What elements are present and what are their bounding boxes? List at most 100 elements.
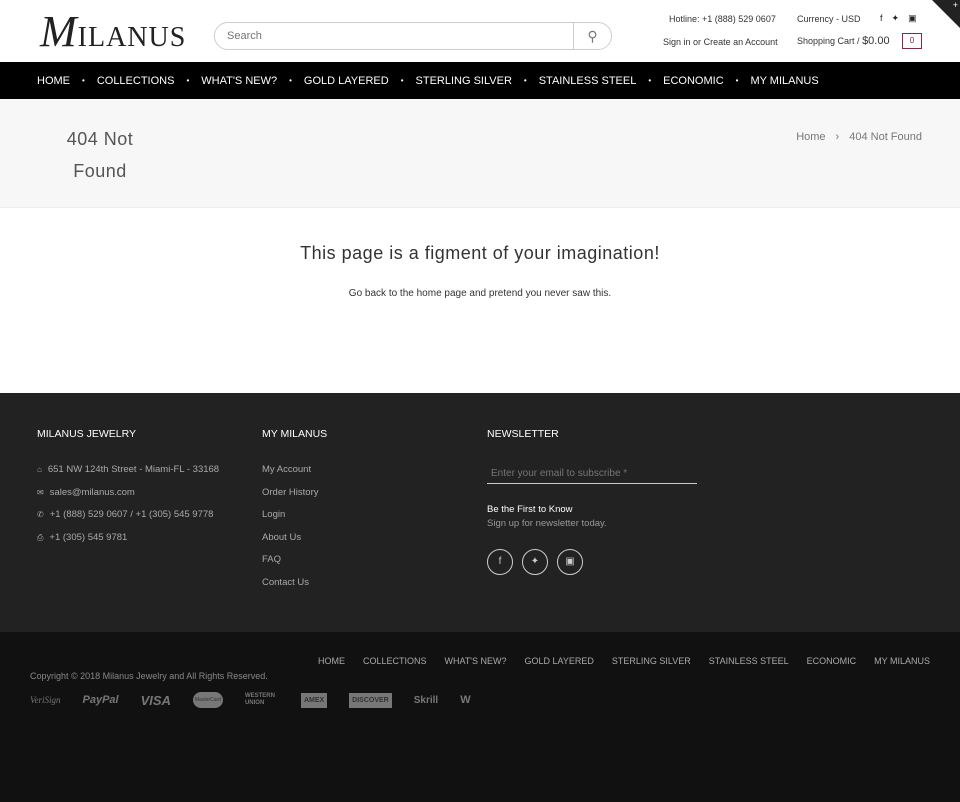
instagram-icon[interactable]: ▣ — [908, 13, 917, 24]
main-content: This page is a figment of your imaginati… — [0, 208, 960, 393]
footer: MILANUS JEWELRY ⌂ 651 NW 124th Street - M… — [0, 393, 960, 632]
chevron-right-icon: › — [835, 131, 840, 143]
footer-newsletter: NEWSLETTER Be the First to Know Sign up … — [487, 428, 697, 575]
newsletter-subtitle: Sign up for newsletter today. — [487, 518, 607, 529]
create-account-link[interactable]: Create an Account — [704, 37, 778, 47]
header: MILANUS ⚲ Hotline: +1 (888) 529 0607 Cur… — [0, 0, 960, 62]
footer-social: f ✦ ▣ — [487, 549, 697, 575]
visa-logo: VISA — [140, 692, 171, 708]
discover-logo: DISCOVER — [349, 692, 392, 708]
footer-link[interactable]: Contact Us — [262, 577, 327, 600]
breadcrumb-home[interactable]: Home — [796, 131, 825, 143]
page-title: 404 Not Found — [66, 129, 134, 181]
facebook-icon[interactable]: f — [487, 549, 513, 575]
footer-my-milanus: MY MILANUS My Account Order History Login A… — [262, 428, 327, 599]
nav-item-what-s-new[interactable]: WHAT'S NEW? — [201, 75, 277, 87]
footer-link[interactable]: About Us — [262, 532, 327, 555]
nav-separator: • — [400, 76, 404, 85]
nav-separator: • — [648, 76, 652, 85]
mastercard-logo: MasterCard — [192, 692, 223, 708]
account-links: Sign in or Create an Account — [663, 37, 778, 47]
nav-separator: • — [82, 76, 85, 85]
footer-heading: NEWSLETTER — [487, 428, 559, 440]
bottom-nav-item[interactable]: GOLD LAYERED — [525, 656, 594, 666]
search-input[interactable] — [215, 23, 573, 49]
nav-item-stainless-steel[interactable]: STAINLESS STEEL — [539, 75, 637, 87]
bottom-nav-item[interactable]: STAINLESS STEEL — [709, 656, 789, 666]
title-bar: 404 Not Found Home › 404 Not Found — [0, 99, 960, 208]
mail-icon: ✉ — [37, 487, 44, 497]
currency-selector[interactable]: Currency - USD — [797, 14, 861, 24]
bottom-nav: HOME COLLECTIONS WHAT'S NEW? GOLD LAYERED ST… — [318, 656, 930, 666]
sign-in-link[interactable]: Sign in — [663, 37, 691, 47]
address-text: 651 NW 124th Street - Miami-FL - 33168 — [47, 464, 220, 475]
western-union-logo: WESTERN UNION — [244, 693, 275, 706]
shopping-cart-link[interactable]: Shopping Cart / $0.00 — [797, 35, 890, 47]
copyright: Copyright © 2018 Milanus Jewelry and All… — [30, 671, 268, 681]
footer-link[interactable]: FAQ — [262, 554, 327, 577]
footer-heading: MILANUS JEWELRY — [37, 428, 136, 440]
phone-text: +1 (888) 529 0607 / +1 (305) 545 9778 — [49, 509, 214, 520]
skrill-logo: Skrill — [413, 694, 439, 706]
footer-contact: MILANUS JEWELRY ⌂ 651 NW 124th Street - M… — [37, 428, 219, 554]
facebook-icon[interactable]: f — [880, 13, 883, 24]
newsletter-title: Be the First to Know — [487, 504, 573, 515]
newsletter-email-input[interactable] — [487, 464, 697, 484]
search-icon: ⚲ — [587, 27, 598, 44]
footer-link[interactable]: Login — [262, 509, 327, 532]
main-nav: HOME • COLLECTIONS • WHAT'S NEW? • GOLD LAYERE… — [0, 62, 960, 99]
cart-label: Shopping Cart / — [797, 36, 860, 46]
w-logo: W — [460, 694, 471, 706]
address: ⌂ 651 NW 124th Street - Miami-FL - 33168 — [37, 464, 219, 487]
cart-count: 0 — [909, 36, 915, 45]
bottom-nav-item[interactable]: WHAT'S NEW? — [444, 656, 506, 666]
bottom-nav-item[interactable]: COLLECTIONS — [363, 656, 427, 666]
or-text: or — [693, 37, 702, 47]
bottom-nav-item[interactable]: STERLING SILVER — [612, 656, 691, 666]
home-icon: ⌂ — [37, 465, 42, 474]
bottom-nav-item[interactable]: ECONOMIC — [807, 656, 857, 666]
verisign-logo: VeriSign — [30, 695, 61, 705]
error-text: Go back to the home page and pretend you… — [348, 288, 612, 299]
paypal-logo: PayPal — [82, 694, 119, 706]
amex-logo: AMEX — [300, 692, 328, 708]
footer-link[interactable]: My Account — [262, 464, 327, 487]
twitter-icon[interactable]: ✦ — [522, 549, 548, 575]
nav-item-gold-layered[interactable]: GOLD LAYERED — [304, 75, 389, 87]
footer-heading: MY MILANUS — [262, 428, 328, 440]
email-text: sales@milanus.com — [49, 486, 135, 498]
logo[interactable]: MILANUS — [40, 7, 187, 56]
fax-text: +1 (305) 545 9781 — [49, 531, 128, 543]
bottom-nav-item[interactable]: HOME — [318, 656, 345, 666]
error-heading: This page is a figment of your imaginati… — [300, 243, 660, 263]
breadcrumb: Home › 404 Not Found — [796, 131, 922, 143]
nav-separator: • — [735, 76, 739, 85]
breadcrumb-current: 404 Not Found — [849, 131, 922, 143]
payment-methods: VeriSign PayPal VISA MasterCard WESTERN … — [30, 692, 471, 708]
hotline: Hotline: +1 (888) 529 0607 — [669, 14, 776, 24]
plus-icon[interactable]: + — [953, 0, 958, 10]
fax: ⎙ +1 (305) 545 9781 — [37, 532, 219, 555]
cart-bag-icon[interactable]: 0 — [902, 33, 922, 49]
logo-text: MILANUS — [40, 7, 187, 56]
search-button[interactable]: ⚲ — [573, 23, 611, 49]
nav-item-collections[interactable]: COLLECTIONS — [97, 75, 175, 87]
nav-separator: • — [186, 76, 190, 85]
phone-icon: ✆ — [37, 510, 44, 519]
twitter-icon[interactable]: ✦ — [892, 13, 900, 24]
nav-separator: • — [523, 76, 527, 85]
social-links: f ✦ ▣ — [880, 13, 917, 24]
email[interactable]: ✉ sales@milanus.com — [37, 487, 219, 510]
nav-item-home[interactable]: HOME — [37, 75, 70, 87]
phone: ✆ +1 (888) 529 0607 / +1 (305) 545 9778 — [37, 509, 219, 532]
nav-item-sterling-silver[interactable]: STERLING SILVER — [416, 75, 512, 87]
footer-link[interactable]: Order History — [262, 487, 327, 510]
search-bar: ⚲ — [214, 22, 612, 50]
instagram-icon[interactable]: ▣ — [557, 549, 583, 575]
printer-icon: ⎙ — [37, 532, 44, 542]
bottom-bar: HOME COLLECTIONS WHAT'S NEW? GOLD LAYERED ST… — [0, 632, 960, 802]
nav-item-my-milanus[interactable]: MY MILANUS — [750, 75, 818, 87]
nav-item-economic[interactable]: ECONOMIC — [663, 75, 724, 87]
cart-total: $0.00 — [862, 35, 890, 47]
bottom-nav-item[interactable]: MY MILANUS — [874, 656, 930, 666]
